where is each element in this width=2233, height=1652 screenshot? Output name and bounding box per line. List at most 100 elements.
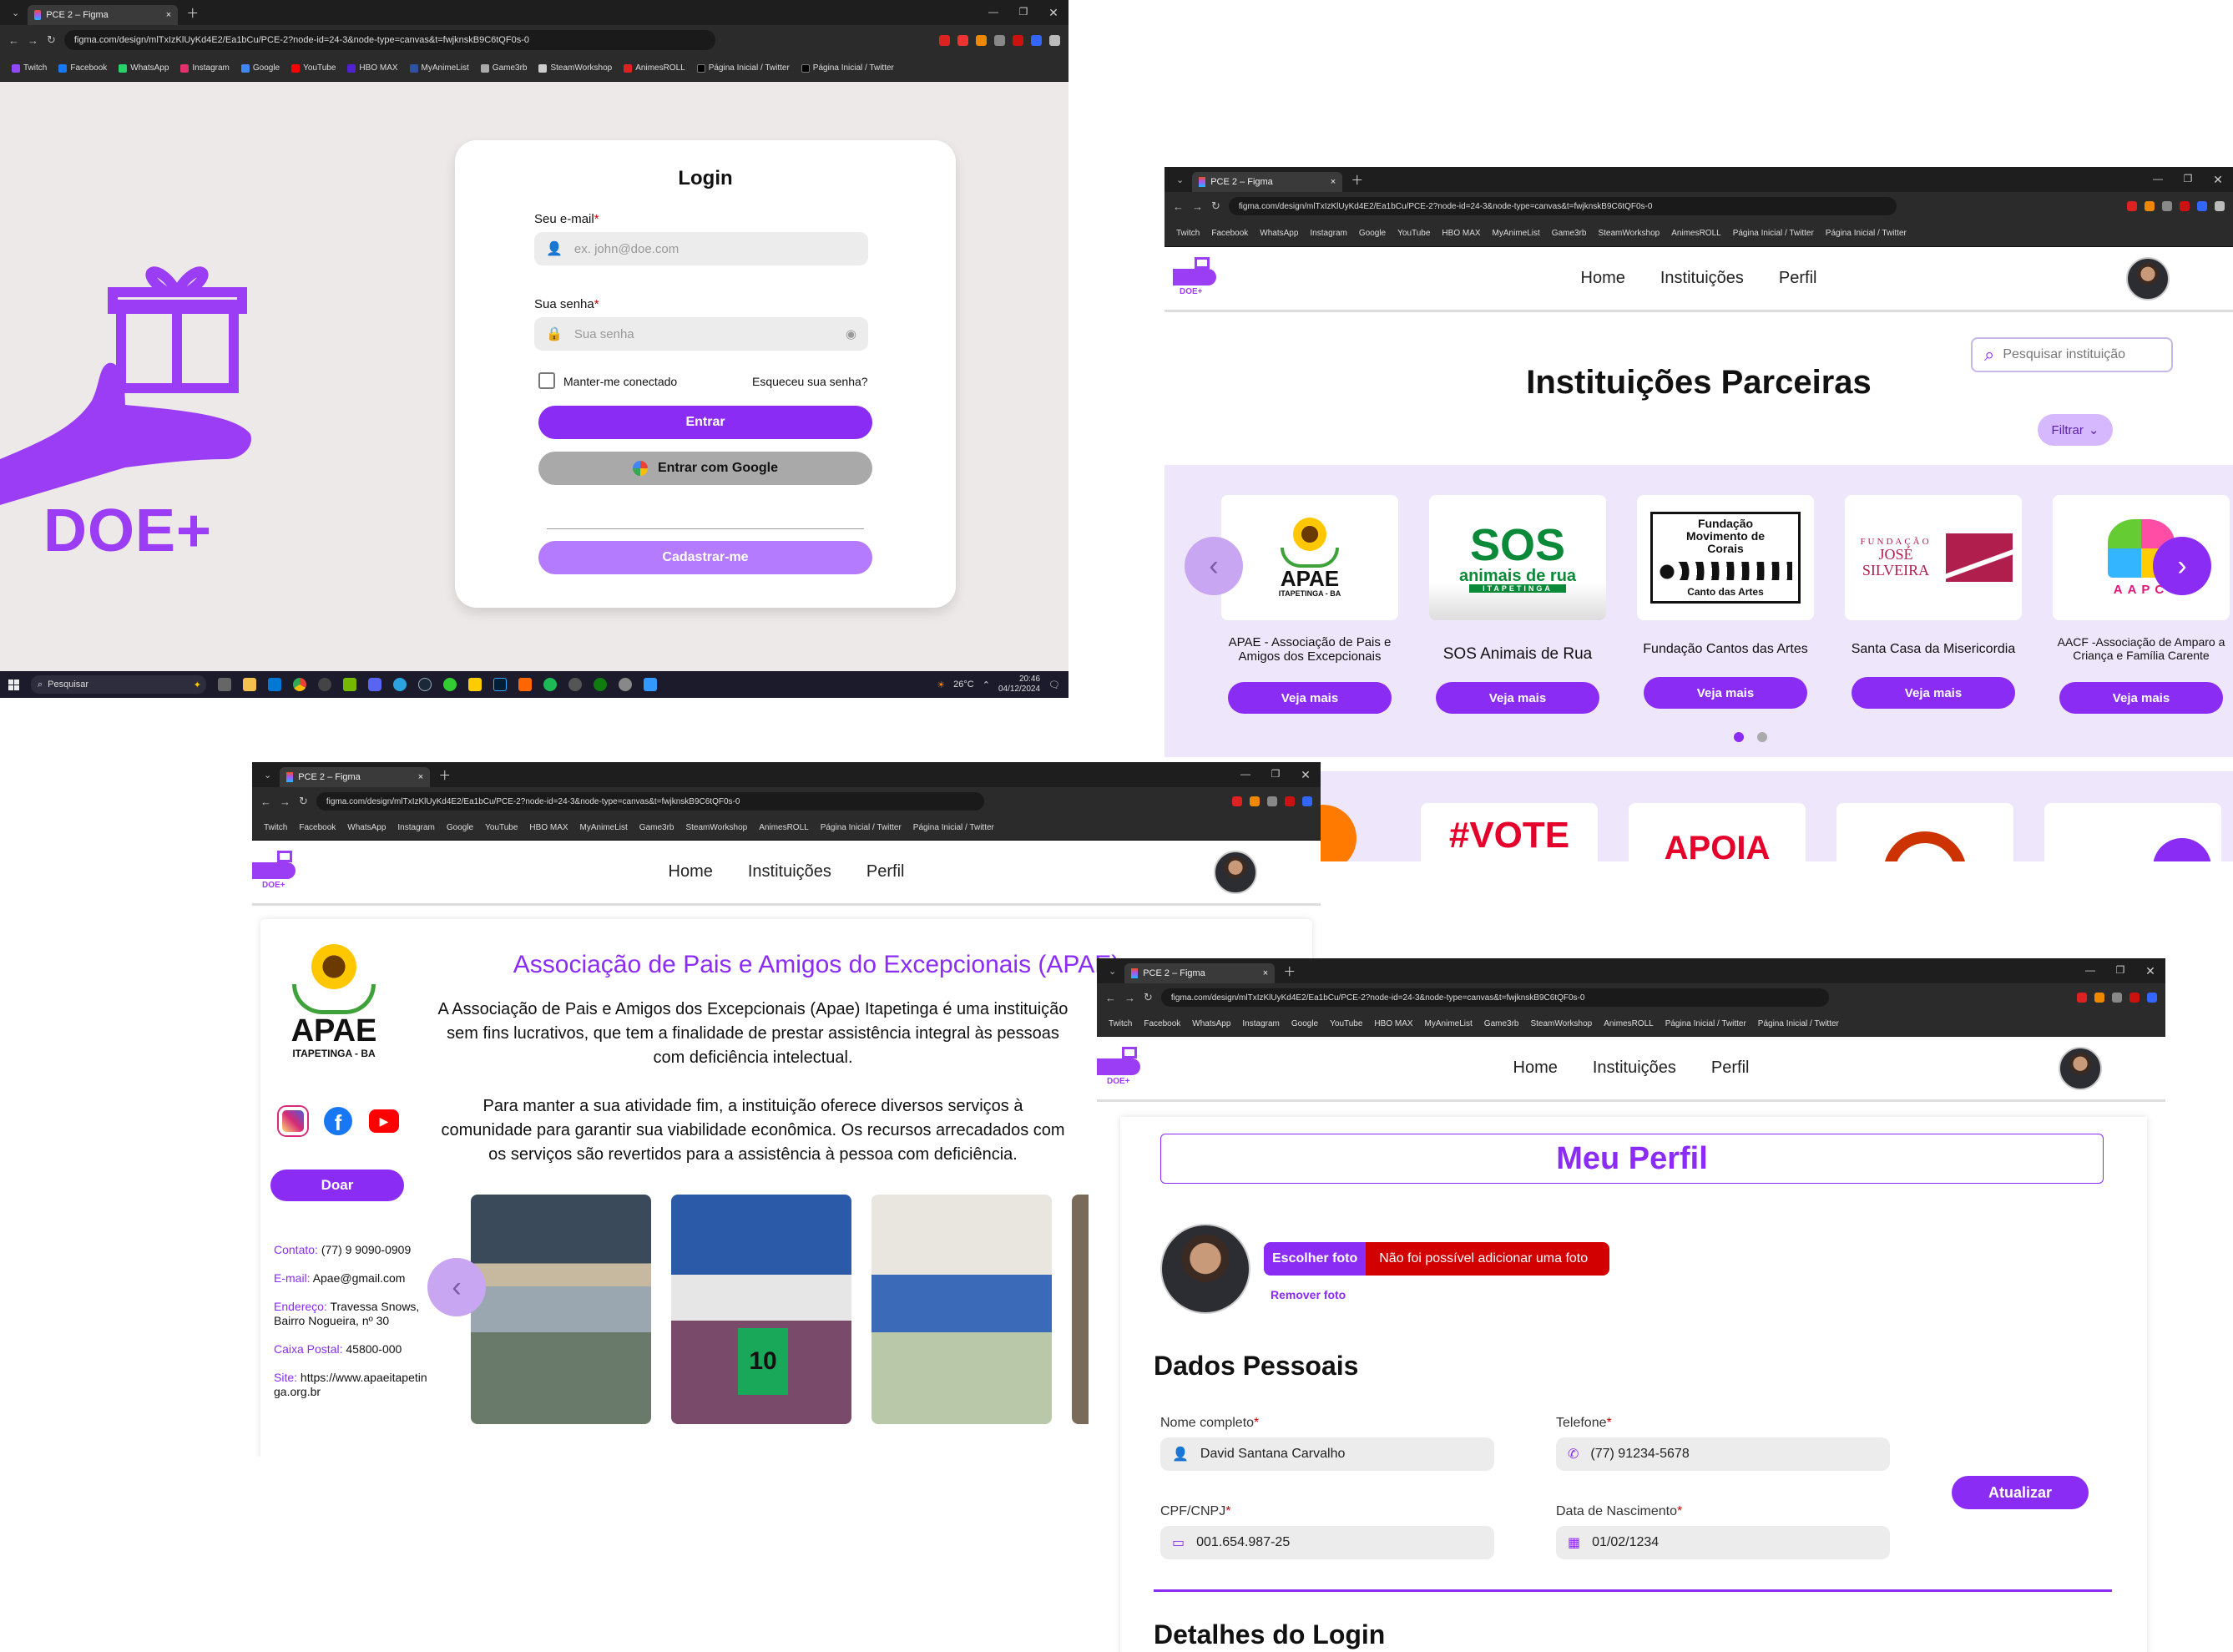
bookmark-item[interactable]: WhatsApp bbox=[347, 823, 386, 832]
bookmark-item[interactable]: Game3rb bbox=[1552, 229, 1587, 238]
close-window-icon[interactable]: ✕ bbox=[1038, 6, 1069, 20]
restore-icon[interactable]: ❐ bbox=[1260, 768, 1291, 782]
extension-icon[interactable] bbox=[1267, 796, 1277, 806]
see-more-button[interactable]: Veja mais bbox=[1852, 677, 2015, 709]
nav-institutions[interactable]: Instituições bbox=[748, 862, 831, 882]
browser-tab[interactable]: PCE 2 – Figma × bbox=[280, 767, 431, 787]
nav-profile[interactable]: Perfil bbox=[1779, 269, 1817, 288]
taskbar-search[interactable]: ⌕ Pesquisar ✦ bbox=[31, 675, 206, 694]
extension-icon[interactable] bbox=[2147, 993, 2157, 1003]
see-more-button[interactable]: Veja mais bbox=[1436, 682, 1599, 714]
tab-menu-icon[interactable]: ⌄ bbox=[264, 770, 271, 781]
close-window-icon[interactable]: ✕ bbox=[1291, 768, 1321, 782]
close-tab-icon[interactable]: × bbox=[166, 10, 171, 20]
nav-home[interactable]: Home bbox=[1513, 1058, 1558, 1078]
bookmark-item[interactable]: SteamWorkshop bbox=[538, 63, 612, 73]
extension-icon[interactable] bbox=[2127, 201, 2137, 211]
close-window-icon[interactable]: ✕ bbox=[2135, 964, 2165, 978]
extension-icon[interactable] bbox=[1031, 34, 1042, 46]
remember-checkbox[interactable] bbox=[538, 372, 555, 389]
reload-icon[interactable]: ↻ bbox=[47, 33, 56, 47]
bookmark-item[interactable]: Página Inicial / Twitter bbox=[696, 63, 790, 73]
bookmark-item[interactable]: Instagram bbox=[1310, 229, 1346, 238]
bookmark-item[interactable]: Página Inicial / Twitter bbox=[801, 63, 894, 73]
gallery-photo[interactable] bbox=[871, 1195, 1052, 1424]
browser-tab[interactable]: PCE 2 – Figma × bbox=[28, 5, 179, 25]
extension-icon[interactable] bbox=[2180, 201, 2190, 211]
close-tab-icon[interactable]: × bbox=[418, 772, 423, 782]
bookmark-item[interactable]: SteamWorkshop bbox=[1530, 1019, 1592, 1028]
extension-icon[interactable] bbox=[2197, 201, 2207, 211]
bookmark-item[interactable]: Game3rb bbox=[1484, 1019, 1519, 1028]
bookmark-item[interactable]: Twitch bbox=[12, 63, 47, 73]
bookmark-item[interactable]: MyAnimeList bbox=[580, 823, 628, 832]
update-button[interactable]: Atualizar bbox=[1952, 1476, 2089, 1509]
bookmark-item[interactable]: YouTube bbox=[1397, 229, 1430, 238]
donate-button[interactable]: Doar bbox=[270, 1170, 404, 1201]
bookmark-item[interactable]: HBO MAX bbox=[1442, 229, 1480, 238]
bookmark-item[interactable]: Facebook bbox=[1211, 229, 1248, 238]
bookmark-item[interactable]: YouTube bbox=[291, 63, 336, 73]
gallery-photo[interactable] bbox=[471, 1195, 651, 1424]
browser-tab[interactable]: PCE 2 – Figma × bbox=[1124, 963, 1276, 983]
bookmark-item[interactable]: SteamWorkshop bbox=[685, 823, 747, 832]
minimize-icon[interactable]: — bbox=[1230, 768, 1260, 782]
bookmark-item[interactable]: AnimesROLL bbox=[1671, 229, 1720, 238]
nav-profile[interactable]: Perfil bbox=[866, 862, 905, 882]
nav-home[interactable]: Home bbox=[669, 862, 713, 882]
tray-chevron-icon[interactable]: ⌃ bbox=[983, 679, 990, 690]
bookmark-item[interactable]: Twitch bbox=[1109, 1019, 1132, 1028]
extension-icon[interactable] bbox=[2112, 993, 2122, 1003]
app-icon[interactable] bbox=[218, 678, 231, 691]
carousel-dot[interactable] bbox=[1757, 732, 1767, 742]
restore-icon[interactable]: ❐ bbox=[2105, 964, 2135, 978]
new-tab-icon[interactable]: ＋ bbox=[1351, 171, 1363, 189]
nav-home[interactable]: Home bbox=[1581, 269, 1625, 288]
discord-icon[interactable] bbox=[368, 678, 381, 691]
nav-institutions[interactable]: Instituições bbox=[1593, 1058, 1676, 1078]
app-icon[interactable] bbox=[318, 678, 331, 691]
extension-icon[interactable] bbox=[1285, 796, 1295, 806]
cpf-field[interactable]: ▭ 001.654.987-25 bbox=[1160, 1526, 1494, 1559]
carousel-dot-active[interactable] bbox=[1734, 732, 1744, 742]
address-bar[interactable]: figma.com/design/mlTxIzKlUyKd4E2/Ea1bCu/… bbox=[316, 792, 984, 811]
bookmark-item[interactable]: AnimesROLL bbox=[1604, 1019, 1653, 1028]
app-icon[interactable] bbox=[619, 678, 632, 691]
bookmark-item[interactable]: Google bbox=[447, 823, 473, 832]
back-icon[interactable]: ← bbox=[8, 34, 19, 47]
app-logo[interactable]: DOE+ bbox=[1097, 1043, 1145, 1092]
see-more-button[interactable]: Veja mais bbox=[1644, 677, 1807, 709]
reload-icon[interactable]: ↻ bbox=[299, 795, 308, 808]
address-bar[interactable]: figma.com/design/mlTxIzKlUyKd4E2/Ea1bCu/… bbox=[1160, 988, 1829, 1007]
app-logo[interactable]: DOE+ bbox=[252, 847, 301, 896]
bookmark-item[interactable]: Facebook bbox=[299, 823, 336, 832]
extension-icon[interactable] bbox=[1250, 796, 1260, 806]
bookmark-item[interactable]: AnimesROLL bbox=[624, 63, 685, 73]
gallery-photo[interactable]: 10 bbox=[671, 1195, 851, 1424]
back-icon[interactable]: ← bbox=[1173, 200, 1184, 213]
reload-icon[interactable]: ↻ bbox=[1144, 991, 1153, 1004]
facebook-icon[interactable]: f bbox=[324, 1107, 352, 1135]
avatar[interactable] bbox=[1214, 851, 1257, 894]
nav-institutions[interactable]: Instituições bbox=[1660, 269, 1744, 288]
windows-start-icon[interactable] bbox=[8, 679, 19, 690]
bookmark-item[interactable]: Google bbox=[1291, 1019, 1318, 1028]
bookmark-item[interactable]: HBO MAX bbox=[529, 823, 568, 832]
extension-icon[interactable] bbox=[1049, 34, 1060, 46]
bookmark-item[interactable]: HBO MAX bbox=[347, 63, 398, 73]
app-icon[interactable] bbox=[518, 678, 532, 691]
enter-button[interactable]: Entrar bbox=[538, 406, 872, 439]
telegram-icon[interactable] bbox=[393, 678, 407, 691]
tab-menu-icon[interactable]: ⌄ bbox=[1109, 966, 1116, 977]
carousel-prev-button[interactable]: ‹ bbox=[427, 1258, 486, 1316]
bookmark-item[interactable]: MyAnimeList bbox=[409, 63, 469, 73]
bookmark-item[interactable]: Página Inicial / Twitter bbox=[1826, 229, 1907, 238]
chrome-icon[interactable] bbox=[293, 678, 306, 691]
forward-icon[interactable]: → bbox=[280, 796, 290, 808]
extension-icon[interactable] bbox=[2094, 993, 2104, 1003]
bookmark-item[interactable]: HBO MAX bbox=[1374, 1019, 1412, 1028]
avatar[interactable] bbox=[2126, 257, 2170, 301]
app-icon[interactable] bbox=[343, 678, 356, 691]
folder-icon[interactable] bbox=[243, 678, 256, 691]
extension-icon[interactable] bbox=[2077, 993, 2087, 1003]
